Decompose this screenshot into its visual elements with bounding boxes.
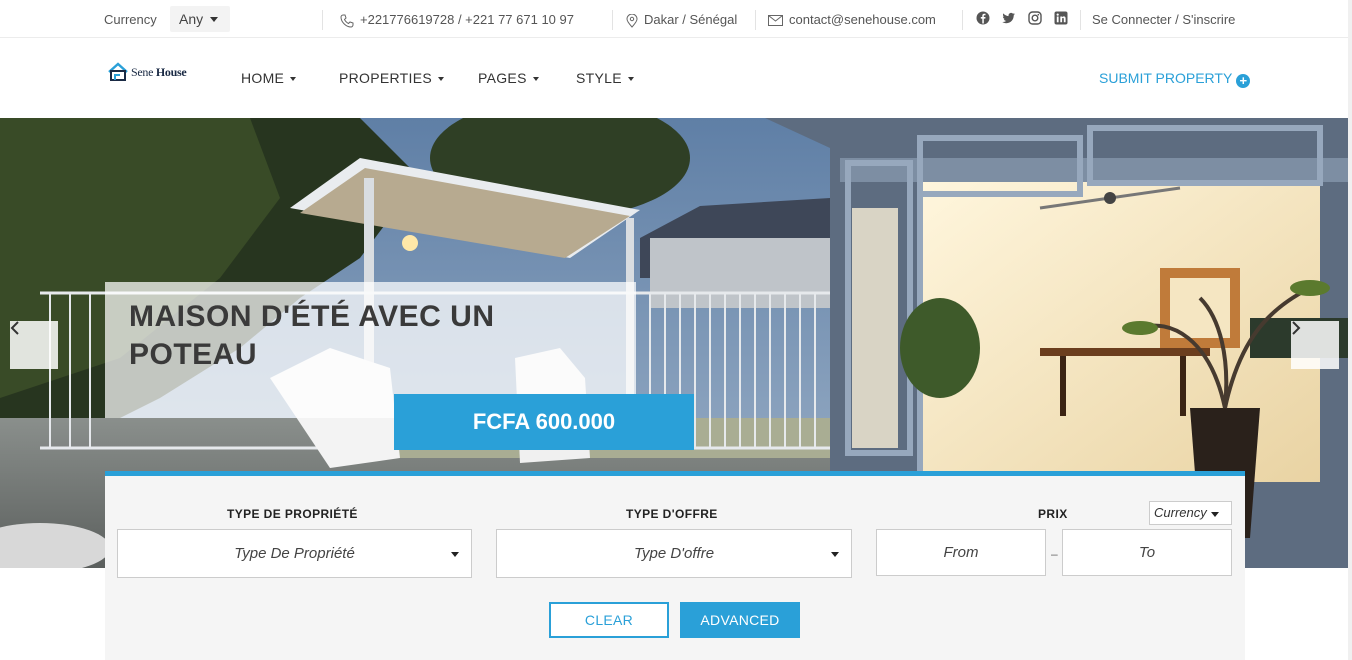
phone-icon <box>340 14 354 28</box>
twitter-icon[interactable] <box>1002 11 1016 25</box>
chevron-left-icon <box>10 321 19 335</box>
property-type-value: Type De Propriété <box>234 545 355 562</box>
offer-type-label: TYPE D'OFFRE <box>626 507 718 521</box>
price-currency-value: Currency <box>1154 505 1207 520</box>
currency-select-value: Any <box>179 11 204 27</box>
map-pin-icon <box>626 13 638 28</box>
submit-property-link[interactable]: SUBMIT PROPERTY + <box>1099 70 1251 88</box>
caret-down-icon <box>451 552 459 557</box>
clear-button[interactable]: CLEAR <box>549 602 669 638</box>
divider <box>755 10 756 30</box>
caret-down-icon <box>1211 512 1219 517</box>
price-label: PRIX <box>1038 507 1068 521</box>
currency-label: Currency <box>104 12 157 27</box>
nav-style[interactable]: STYLE <box>576 70 634 86</box>
currency-select[interactable]: Any <box>170 6 230 32</box>
price-currency-select[interactable]: Currency <box>1149 501 1232 525</box>
nav-pages[interactable]: PAGES <box>478 70 539 86</box>
divider <box>1080 10 1081 30</box>
caret-down-icon <box>627 77 634 82</box>
property-type-select[interactable]: Type De Propriété <box>117 529 472 578</box>
nav-home[interactable]: HOME <box>241 70 297 86</box>
email-info[interactable]: contact@senehouse.com <box>768 12 936 27</box>
price-to-placeholder: To <box>1138 544 1156 561</box>
price-from-placeholder: From <box>943 544 979 561</box>
plus-circle-icon: + <box>1236 74 1251 88</box>
envelope-icon <box>768 15 783 27</box>
price-from-input[interactable]: From <box>876 529 1046 576</box>
slider-next-button[interactable] <box>1291 321 1339 369</box>
caret-down-icon <box>438 77 444 82</box>
offer-type-select[interactable]: Type D'offre <box>496 529 852 578</box>
facebook-icon[interactable] <box>976 11 990 25</box>
instagram-icon[interactable] <box>1028 11 1042 25</box>
scrollbar[interactable] <box>1348 0 1352 660</box>
social-links <box>976 11 1068 25</box>
slide-price: FCFA 600.000 <box>394 394 694 450</box>
nav-properties[interactable]: PROPERTIES <box>339 70 444 86</box>
login-link[interactable]: Se Connecter / S'inscrire <box>1092 12 1235 27</box>
phone-info: +221776619728 / +221 77 671 10 97 <box>340 12 574 28</box>
property-type-label: TYPE DE PROPRIÉTÉ <box>227 507 358 521</box>
caret-down-icon <box>210 17 218 22</box>
offer-type-value: Type D'offre <box>633 545 715 562</box>
caret-down-icon <box>831 552 839 557</box>
caret-down-icon <box>290 77 297 82</box>
house-logo-icon <box>108 62 128 81</box>
address-info: Dakar / Sénégal <box>626 12 737 28</box>
price-range-dash: – <box>1051 547 1058 561</box>
divider <box>322 10 323 30</box>
linkedin-icon[interactable] <box>1054 11 1068 25</box>
advanced-button[interactable]: ADVANCED <box>680 602 800 638</box>
slide-title[interactable]: MAISON D'ÉTÉ AVEC UN POTEAU <box>129 298 549 374</box>
phone-text: +221776619728 / +221 77 671 10 97 <box>360 12 574 27</box>
logo[interactable]: Sene House <box>107 62 187 82</box>
top-bar: Currency Any +221776619728 / +221 77 671… <box>0 0 1352 38</box>
email-text[interactable]: contact@senehouse.com <box>789 12 936 27</box>
price-to-input[interactable]: To <box>1062 529 1232 576</box>
chevron-right-icon <box>1292 321 1301 335</box>
address-text: Dakar / Sénégal <box>644 12 738 27</box>
logo-text: Sene House <box>131 64 187 79</box>
main-nav: Sene House HOME PROPERTIES PAGES STYLE S… <box>0 38 1352 118</box>
divider <box>962 10 963 30</box>
property-search-form: TYPE DE PROPRIÉTÉ Type De Propriété TYPE… <box>105 471 1245 660</box>
divider <box>612 10 613 30</box>
slider-prev-button[interactable] <box>10 321 58 369</box>
caret-down-icon <box>532 77 539 82</box>
